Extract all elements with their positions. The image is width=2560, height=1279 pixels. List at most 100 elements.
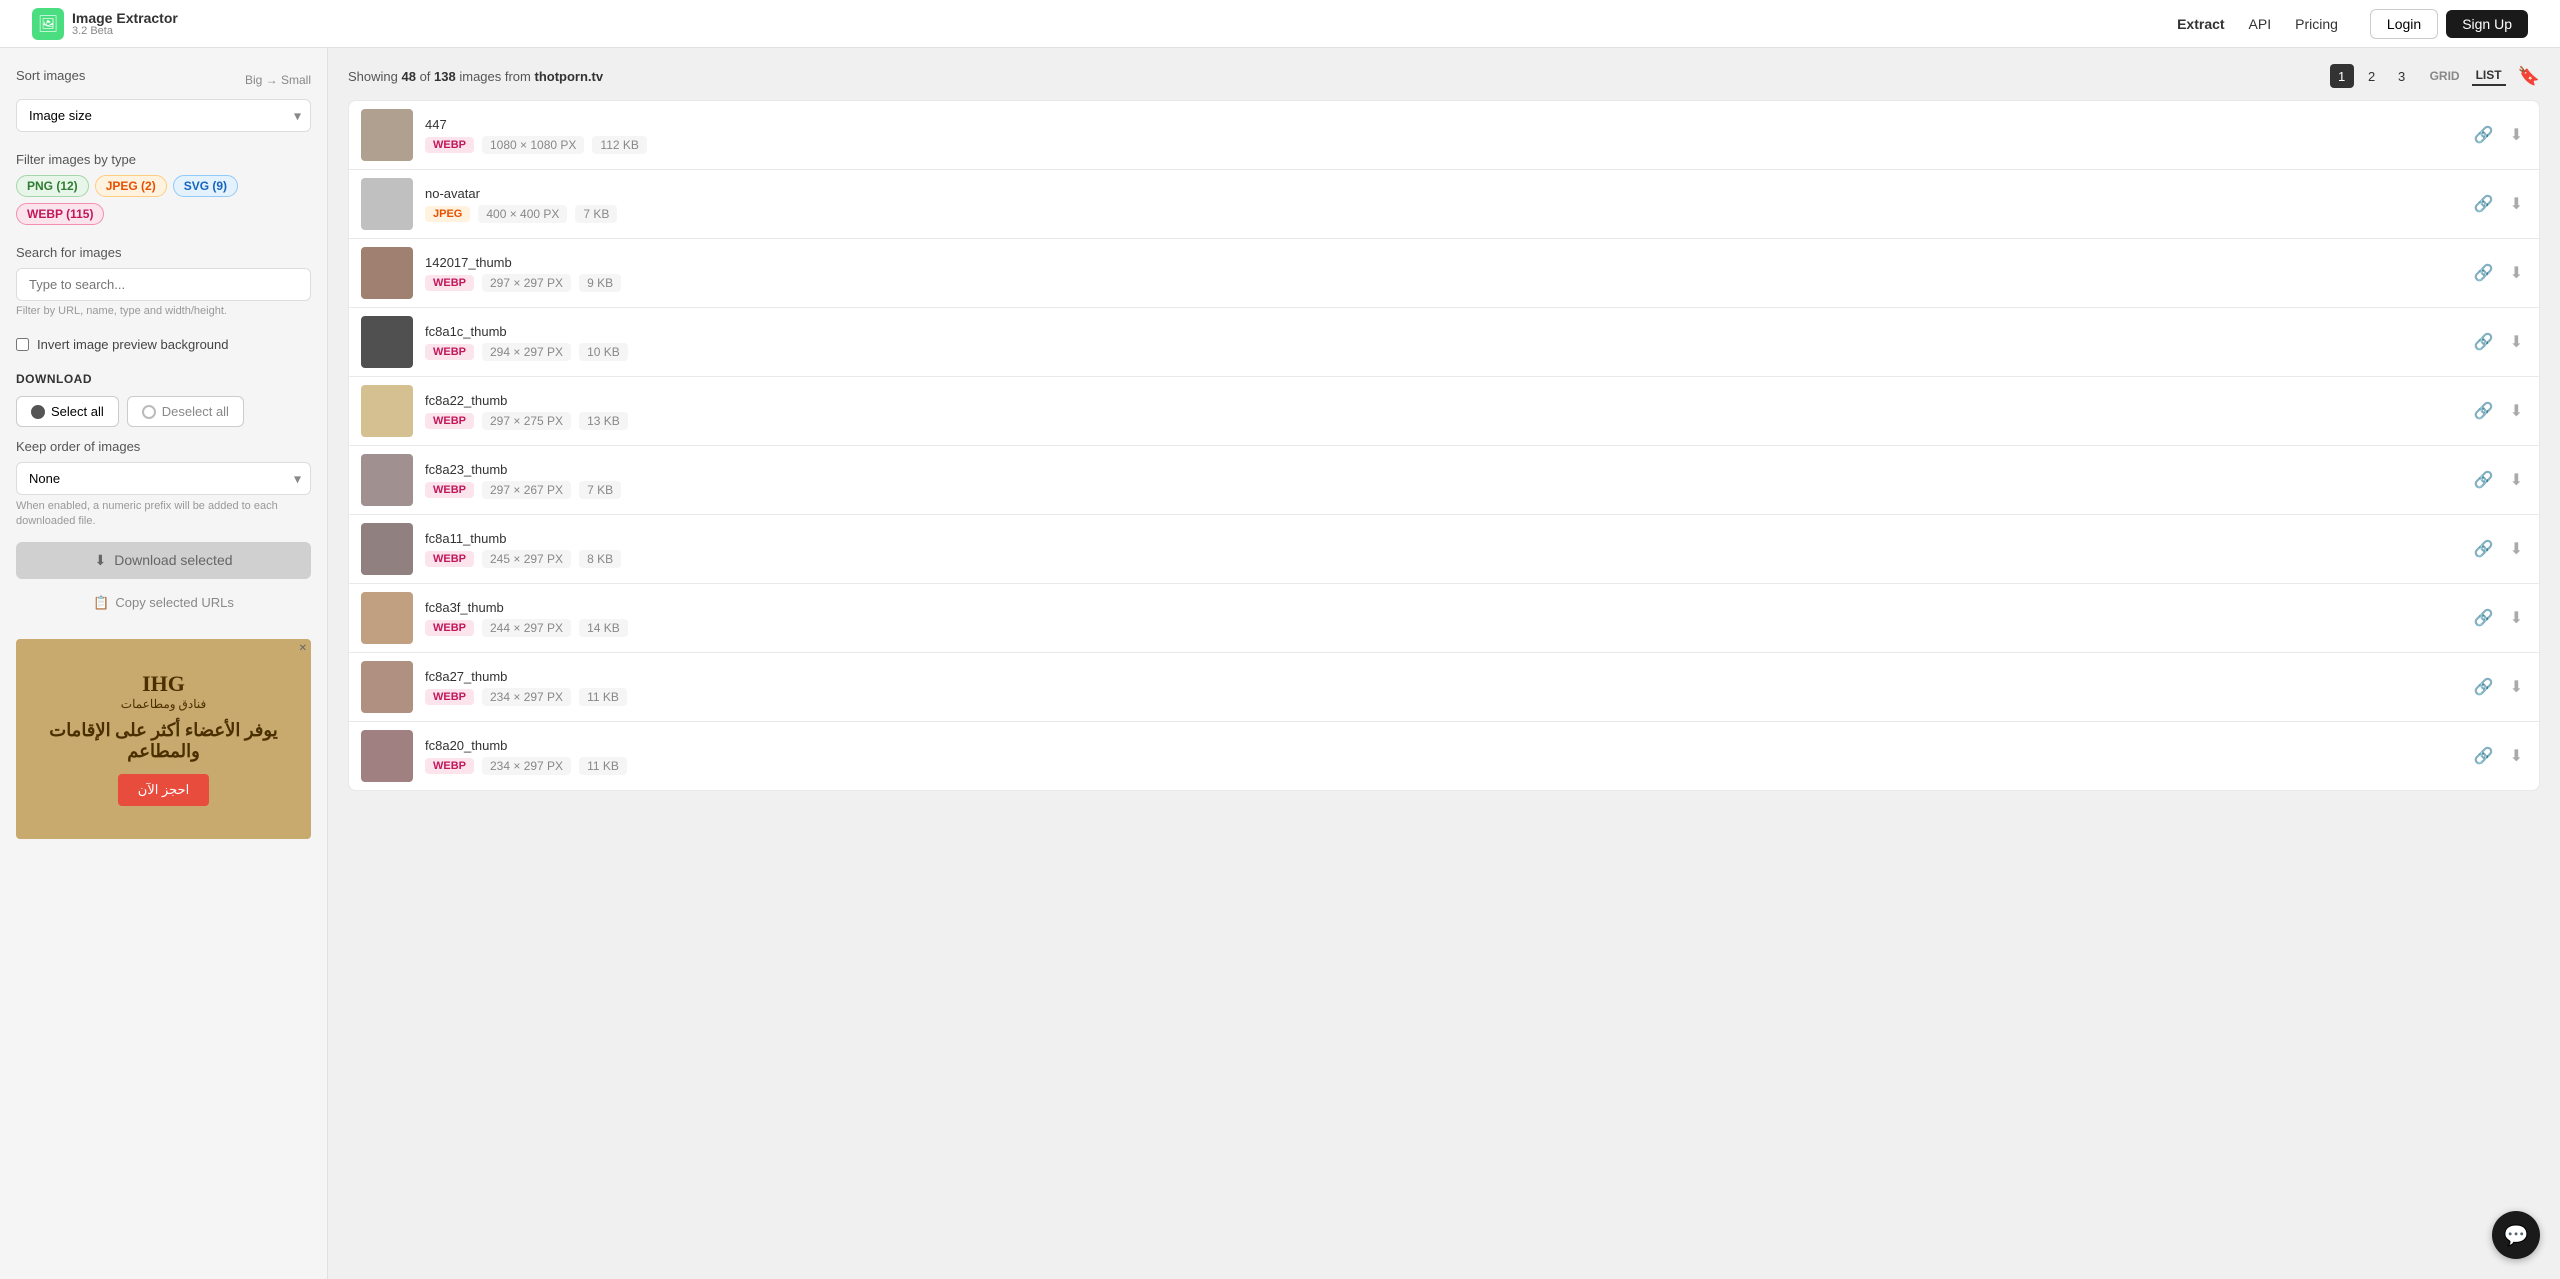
chat-bubble[interactable]: 💬 [2492, 1211, 2540, 1259]
copy-link-button[interactable]: 🔗 [2470, 397, 2498, 425]
image-name: fc8a27_thumb [425, 669, 2458, 684]
logo-name: Image Extractor [72, 11, 178, 25]
image-list: 447 WEBP 1080 × 1080 PX 112 KB 🔗 ⬇ no-av… [348, 100, 2540, 791]
image-thumbnail [361, 247, 413, 299]
image-actions: 🔗 ⬇ [2470, 673, 2527, 701]
image-actions: 🔗 ⬇ [2470, 121, 2527, 149]
copy-link-button[interactable]: 🔗 [2470, 259, 2498, 287]
list-view-btn[interactable]: LIST [2472, 66, 2506, 86]
signup-button[interactable]: Sign Up [2446, 10, 2528, 38]
copy-link-button[interactable]: 🔗 [2470, 190, 2498, 218]
invert-checkbox-row[interactable]: Invert image preview background [16, 337, 311, 352]
search-input[interactable] [16, 268, 311, 301]
ad-banner: IHG فنادق ومطاعمات يوفر الأعضاء أكثر على… [16, 639, 311, 839]
download-single-button[interactable]: ⬇ [2506, 673, 2527, 701]
main-header: Showing 48 of 138 images from thotporn.t… [348, 64, 2540, 88]
download-single-button[interactable]: ⬇ [2506, 742, 2527, 770]
image-size: 8 KB [579, 550, 621, 568]
download-single-button[interactable]: ⬇ [2506, 328, 2527, 356]
table-row: fc8a22_thumb WEBP 297 × 275 PX 13 KB 🔗 ⬇ [348, 376, 2540, 445]
login-button[interactable]: Login [2370, 9, 2438, 39]
filter-jpeg[interactable]: JPEG (2) [95, 175, 167, 197]
image-type-badge: WEBP [425, 551, 474, 567]
download-single-button[interactable]: ⬇ [2506, 397, 2527, 425]
page-1[interactable]: 1 [2330, 64, 2354, 88]
page-2[interactable]: 2 [2360, 64, 2384, 88]
search-hint: Filter by URL, name, type and width/heig… [16, 305, 311, 317]
image-actions: 🔗 ⬇ [2470, 328, 2527, 356]
sort-select[interactable]: Image size [16, 99, 311, 132]
bookmark-icon[interactable]: 🔖 [2518, 66, 2540, 87]
invert-section: Invert image preview background [16, 337, 311, 352]
image-info: fc8a22_thumb WEBP 297 × 275 PX 13 KB [425, 393, 2458, 430]
filter-webp[interactable]: WEBP (115) [16, 203, 104, 225]
image-thumbnail [361, 316, 413, 368]
grid-view-btn[interactable]: GRID [2426, 67, 2464, 85]
image-dimensions: 297 × 275 PX [482, 412, 571, 430]
table-row: 447 WEBP 1080 × 1080 PX 112 KB 🔗 ⬇ [348, 100, 2540, 169]
image-actions: 🔗 ⬇ [2470, 742, 2527, 770]
deselect-all-button[interactable]: Deselect all [127, 396, 244, 427]
image-size: 11 KB [579, 688, 627, 706]
image-info: fc8a3f_thumb WEBP 244 × 297 PX 14 KB [425, 600, 2458, 637]
download-single-button[interactable]: ⬇ [2506, 190, 2527, 218]
invert-label: Invert image preview background [37, 337, 229, 352]
image-meta: WEBP 234 × 297 PX 11 KB [425, 688, 2458, 706]
download-single-button[interactable]: ⬇ [2506, 121, 2527, 149]
image-type-badge: JPEG [425, 206, 470, 222]
download-button[interactable]: ⬇ Download selected [16, 542, 311, 579]
image-dimensions: 294 × 297 PX [482, 343, 571, 361]
image-name: fc8a22_thumb [425, 393, 2458, 408]
ad-cta-button[interactable]: احجز الآن [118, 774, 209, 806]
download-icon: ⬇ [94, 552, 106, 569]
sort-direction: Big → Small [245, 73, 311, 87]
select-all-button[interactable]: Select all [16, 396, 119, 427]
layout: Sort images Big → Small Image size ▾ Fil… [0, 48, 2560, 1279]
sort-select-wrapper: Image size ▾ [16, 99, 311, 132]
image-dimensions: 234 × 297 PX [482, 688, 571, 706]
page-3[interactable]: 3 [2390, 64, 2414, 88]
nav-api[interactable]: API [2249, 16, 2272, 32]
download-single-button[interactable]: ⬇ [2506, 604, 2527, 632]
header-actions: Login Sign Up [2370, 9, 2528, 39]
image-name: 447 [425, 117, 2458, 132]
filter-section: Filter images by type PNG (12) JPEG (2) … [16, 152, 311, 225]
ad-close[interactable]: ✕ [299, 643, 307, 654]
copy-urls-label: Copy selected URLs [115, 595, 234, 610]
image-name: fc8a20_thumb [425, 738, 2458, 753]
search-label: Search for images [16, 245, 311, 260]
download-single-button[interactable]: ⬇ [2506, 466, 2527, 494]
image-type-badge: WEBP [425, 137, 474, 153]
download-section: DOWNLOAD Select all Deselect all Keep or… [16, 372, 311, 619]
logo-icon: 🖼 [32, 8, 64, 40]
nav-pricing[interactable]: Pricing [2295, 16, 2338, 32]
copy-link-button[interactable]: 🔗 [2470, 742, 2498, 770]
filter-svg[interactable]: SVG (9) [173, 175, 238, 197]
image-meta: WEBP 294 × 297 PX 10 KB [425, 343, 2458, 361]
image-dimensions: 400 × 400 PX [478, 205, 567, 223]
select-deselect-row: Select all Deselect all [16, 396, 311, 427]
image-actions: 🔗 ⬇ [2470, 397, 2527, 425]
copy-link-button[interactable]: 🔗 [2470, 535, 2498, 563]
page-numbers: 1 2 3 [2330, 64, 2414, 88]
image-size: 14 KB [579, 619, 628, 637]
copy-link-button[interactable]: 🔗 [2470, 604, 2498, 632]
image-name: no-avatar [425, 186, 2458, 201]
copy-link-button[interactable]: 🔗 [2470, 466, 2498, 494]
download-single-button[interactable]: ⬇ [2506, 535, 2527, 563]
copy-link-button[interactable]: 🔗 [2470, 673, 2498, 701]
invert-checkbox[interactable] [16, 338, 29, 351]
download-single-button[interactable]: ⬇ [2506, 259, 2527, 287]
copy-link-button[interactable]: 🔗 [2470, 328, 2498, 356]
image-actions: 🔗 ⬇ [2470, 604, 2527, 632]
filter-png[interactable]: PNG (12) [16, 175, 89, 197]
nav-extract[interactable]: Extract [2177, 16, 2224, 32]
image-thumbnail [361, 178, 413, 230]
image-type-badge: WEBP [425, 344, 474, 360]
copy-urls-button[interactable]: 📋 Copy selected URLs [16, 587, 311, 619]
table-row: fc8a11_thumb WEBP 245 × 297 PX 8 KB 🔗 ⬇ [348, 514, 2540, 583]
image-thumbnail [361, 109, 413, 161]
copy-link-button[interactable]: 🔗 [2470, 121, 2498, 149]
image-name: fc8a1c_thumb [425, 324, 2458, 339]
keep-order-select[interactable]: None [16, 462, 311, 495]
